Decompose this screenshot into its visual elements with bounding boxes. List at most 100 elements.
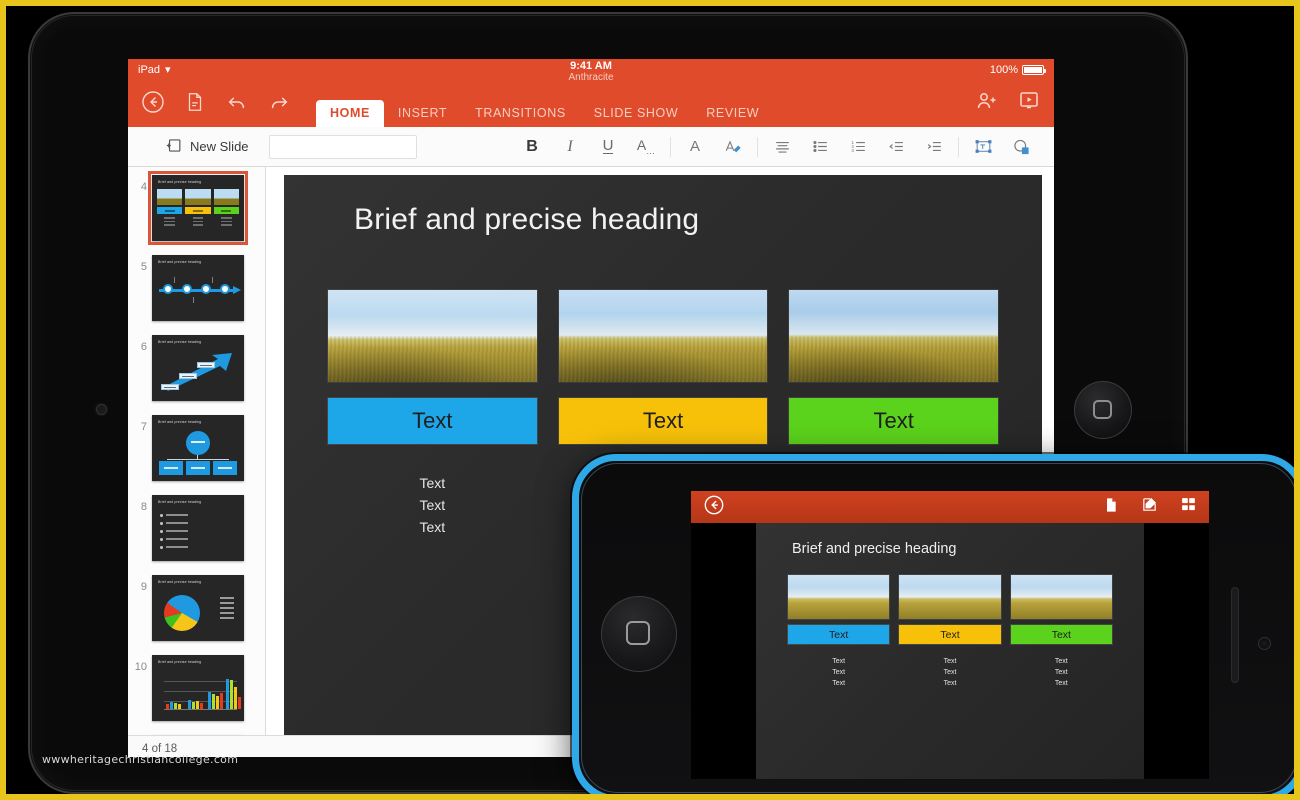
slide-column-1: Text Text Text Text [328, 290, 537, 538]
slide-button-2[interactable]: Text [558, 398, 768, 444]
share-person-add-icon[interactable] [974, 88, 1000, 114]
slide-title[interactable]: Brief and precise heading [354, 203, 699, 237]
thumbnail-canvas[interactable]: Brief and precise heading [152, 415, 244, 481]
font-color-button[interactable]: A [676, 132, 714, 162]
tab-home[interactable]: HOME [316, 100, 384, 127]
thumbnail-canvas[interactable]: Brief and precise heading [148, 171, 248, 245]
iphone-column-2: Text Text Text Text [899, 575, 1001, 689]
numbered-list-icon[interactable]: 1 23 [839, 132, 877, 162]
tab-slide-show[interactable]: SLIDE SHOW [580, 100, 693, 127]
iphone-device: Brief and precise heading Text Text Text… [572, 454, 1294, 794]
slide-button-1[interactable]: Text [328, 398, 537, 444]
hierarchy-circle-icon [186, 431, 210, 455]
undo-icon[interactable] [224, 89, 250, 115]
pie-legend [220, 597, 234, 622]
iphone-slide-image-2 [899, 575, 1001, 619]
italic-button[interactable]: I [551, 132, 589, 162]
watermark: wwwheritagechristiancollege.com [42, 753, 239, 766]
slide-text-line: Text [419, 475, 446, 491]
text-box-icon[interactable] [964, 132, 1002, 162]
thumbnail-number: 8 [140, 501, 147, 513]
shapes-icon[interactable] [1002, 132, 1040, 162]
format-toolbar: New Slide B I U A… A 1 2 3 [128, 127, 1054, 167]
thumbnail-title: Brief and precise heading [158, 580, 202, 584]
document-icon[interactable] [1103, 496, 1119, 519]
iphone-text-line: Text [1054, 680, 1068, 687]
screenshot-root: iPad ▾ 9:41 AM Anthracite 100% HOME INSE… [0, 0, 1300, 800]
slide-thumbnail-10[interactable]: 10 Brief and precise heading [128, 655, 265, 735]
align-left-icon[interactable] [763, 132, 801, 162]
iphone-column-1: Text Text Text Text [788, 575, 890, 689]
text-highlight-button[interactable] [714, 132, 752, 162]
status-left: iPad ▾ [138, 64, 171, 76]
battery-full-icon [1022, 65, 1046, 75]
iphone-slide-image-3 [1010, 575, 1112, 619]
iphone-toolbar-icons [1103, 496, 1197, 519]
iphone-button-2: Text [899, 625, 1001, 644]
slide-thumbnail-7[interactable]: 7 Brief and precise heading [128, 415, 265, 495]
ribbon-right-icons [974, 81, 1042, 127]
slide-thumbnail-9[interactable]: 9 Brief and precise heading [128, 575, 265, 655]
back-icon[interactable] [703, 494, 725, 521]
thumb-color-bars [157, 207, 239, 214]
tab-review[interactable]: REVIEW [692, 100, 773, 127]
thumbnail-number: 4 [140, 181, 147, 193]
thumbnail-canvas[interactable]: Brief and precise heading [152, 575, 244, 641]
thumbnail-canvas[interactable]: Brief and precise heading [152, 655, 244, 721]
slide-text-line: Text [419, 497, 446, 513]
edit-icon[interactable] [1141, 496, 1158, 518]
indent-icon[interactable] [915, 132, 953, 162]
back-icon[interactable] [140, 89, 166, 115]
slide-image-1[interactable] [328, 290, 537, 382]
slide-thumbnail-8[interactable]: 8 Brief and precise heading [128, 495, 265, 575]
toolbar-divider [670, 136, 671, 157]
slide-thumbnail-4[interactable]: 4 Brief and precise heading [128, 171, 265, 255]
thumbnail-canvas[interactable]: Brief and precise heading [152, 255, 244, 321]
slide-text-input[interactable] [268, 134, 417, 159]
grid-view-icon[interactable] [1180, 496, 1197, 518]
bullet-list-icon[interactable] [801, 132, 839, 162]
present-slideshow-icon[interactable] [1016, 88, 1042, 114]
tab-transitions[interactable]: TRANSITIONS [461, 100, 580, 127]
paragraph-group: 1 23 [763, 132, 953, 162]
thumbnail-number: 9 [140, 581, 147, 593]
slide-image-2[interactable] [558, 290, 768, 382]
file-icon[interactable] [182, 89, 208, 115]
thumbnail-title: Brief and precise heading [158, 420, 202, 424]
more-font-formats-button[interactable]: A… [627, 132, 665, 162]
thumbnail-canvas[interactable]: Brief and precise heading [152, 495, 244, 561]
slide-thumbnail-5[interactable]: 5 Brief and precise heading [128, 255, 265, 335]
iphone-text-line: Text [1054, 658, 1068, 665]
insert-group [964, 132, 1040, 162]
font-style-group: B I U A… [513, 132, 665, 162]
thumb-text-lines [157, 217, 239, 235]
thumbnail-title: Brief and precise heading [158, 500, 202, 504]
redo-icon[interactable] [266, 89, 292, 115]
iphone-slide-viewer[interactable]: Brief and precise heading Text Text Text… [691, 523, 1209, 779]
slide-thumbnail-panel[interactable]: 4 Brief and precise heading 5 Brief and … [128, 167, 266, 735]
slide-thumbnail-6[interactable]: 6 Brief and precise heading [128, 335, 265, 415]
thumbnail-title: Brief and precise heading [158, 660, 202, 664]
bold-button[interactable]: B [513, 132, 551, 162]
iphone-home-button[interactable] [601, 596, 677, 672]
iphone-slide[interactable]: Brief and precise heading Text Text Text… [756, 523, 1144, 779]
outdent-icon[interactable] [877, 132, 915, 162]
thumbnail-canvas[interactable]: Brief and precise heading [152, 335, 244, 401]
thumbnail-number: 7 [140, 421, 147, 433]
iphone-column-2-text: Text Text Text [899, 656, 1000, 689]
iphone-text-line: Text [832, 658, 846, 665]
new-slide-button[interactable]: New Slide [142, 136, 249, 158]
ipad-front-camera-icon [96, 404, 107, 415]
iphone-text-line: Text [943, 669, 957, 676]
thumbnail-number: 6 [140, 341, 147, 353]
ipad-home-button[interactable] [1074, 381, 1132, 439]
svg-text:3: 3 [851, 148, 854, 154]
thumbnail-title: Brief and precise heading [158, 260, 202, 264]
slide-column-1-text[interactable]: Text Text Text [328, 472, 537, 538]
underline-button[interactable]: U [589, 132, 627, 162]
app-ribbon: HOME INSERT TRANSITIONS SLIDE SHOW REVIE… [128, 81, 1054, 127]
iphone-button-3: Text [1010, 625, 1112, 644]
slide-image-3[interactable] [789, 290, 999, 382]
slide-button-3[interactable]: Text [789, 398, 999, 444]
tab-insert[interactable]: INSERT [384, 100, 461, 127]
